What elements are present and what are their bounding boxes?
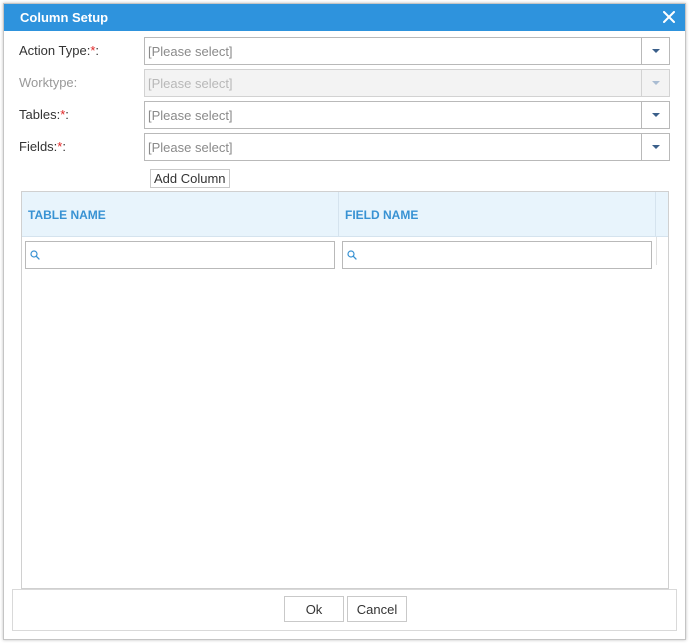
fields-label: Fields:*: <box>19 139 66 154</box>
action-type-row: Action Type:*: [Please select] <box>12 37 677 65</box>
add-column-button[interactable]: Add Column <box>150 169 230 188</box>
grid-header: TABLE NAME FIELD NAME <box>22 192 668 237</box>
table-name-filter[interactable] <box>25 241 335 269</box>
fields-row: Fields:*: [Please select] <box>12 133 677 161</box>
action-type-dropdown-button[interactable] <box>641 38 669 64</box>
tables-label: Tables:*: <box>19 107 69 122</box>
worktype-label: Worktype: <box>19 75 78 90</box>
chevron-down-icon <box>651 113 660 117</box>
chevron-down-icon <box>651 81 660 85</box>
close-button[interactable] <box>659 7 679 27</box>
search-icon <box>347 250 357 260</box>
field-name-filter-input[interactable] <box>359 242 649 268</box>
cancel-button[interactable]: Cancel <box>347 596 407 622</box>
search-icon <box>30 250 40 260</box>
action-type-value: [Please select] <box>148 44 233 59</box>
action-type-label: Action Type:*: <box>19 43 99 58</box>
dialog-body: Action Type:*: [Please select] Worktype:… <box>12 31 677 589</box>
dialog-titlebar: Column Setup <box>4 4 685 31</box>
worktype-combo: [Please select] <box>144 69 670 97</box>
column-header-field-name[interactable]: FIELD NAME <box>339 192 656 237</box>
fields-dropdown-button[interactable] <box>641 134 669 160</box>
column-header-spacer <box>656 192 668 237</box>
chevron-down-icon <box>651 49 660 53</box>
tables-dropdown-button[interactable] <box>641 102 669 128</box>
filter-separator <box>656 237 657 265</box>
table-name-filter-input[interactable] <box>42 242 332 268</box>
tables-row: Tables:*: [Please select] <box>12 101 677 129</box>
worktype-dropdown-button <box>641 70 669 96</box>
close-icon <box>663 11 675 23</box>
tables-value: [Please select] <box>148 108 233 123</box>
fields-value: [Please select] <box>148 140 233 155</box>
field-name-filter[interactable] <box>342 241 652 269</box>
column-header-table-name[interactable]: TABLE NAME <box>22 192 339 237</box>
worktype-row: Worktype: [Please select] <box>12 69 677 97</box>
footer-toolbar: Ok Cancel <box>12 589 677 631</box>
columns-grid: TABLE NAME FIELD NAME <box>21 191 669 589</box>
grid-filter-row <box>22 237 668 273</box>
column-setup-dialog: Column Setup Action Type:*: [Please sele… <box>3 3 686 640</box>
fields-combo[interactable]: [Please select] <box>144 133 670 161</box>
ok-button[interactable]: Ok <box>284 596 344 622</box>
action-type-combo[interactable]: [Please select] <box>144 37 670 65</box>
tables-combo[interactable]: [Please select] <box>144 101 670 129</box>
chevron-down-icon <box>651 145 660 149</box>
dialog-title: Column Setup <box>20 10 109 25</box>
dialog-footer: Ok Cancel <box>12 589 677 631</box>
worktype-value: [Please select] <box>148 76 233 91</box>
